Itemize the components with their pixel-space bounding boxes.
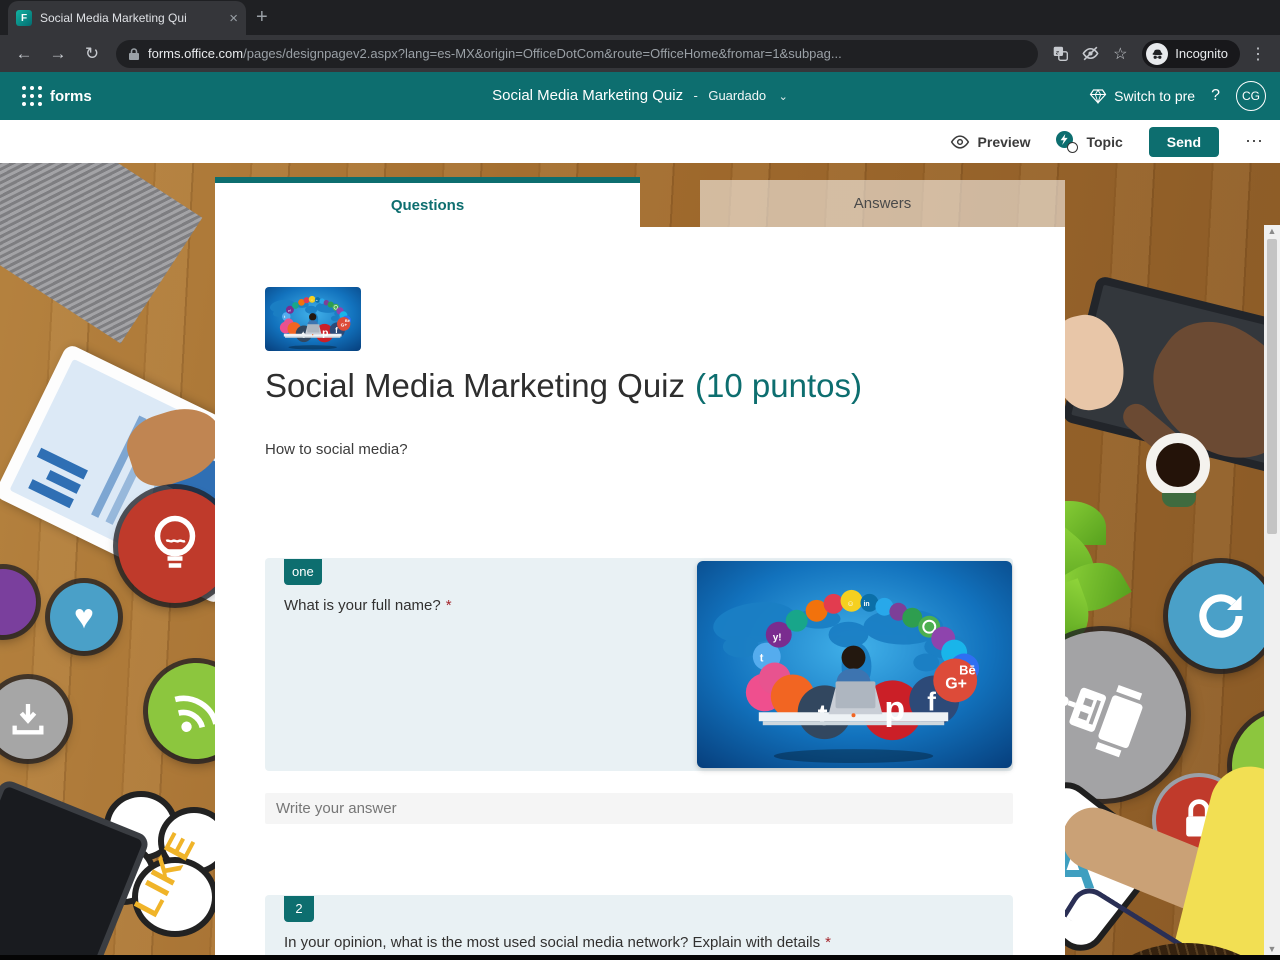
cup-handle (1162, 493, 1196, 507)
form-tabs: Questions Answers (215, 177, 1065, 227)
avatar[interactable]: CG (1236, 81, 1266, 111)
question-card-1[interactable]: one What is your full name? * (265, 558, 1013, 771)
switch-to-premium-button[interactable]: Switch to pre (1089, 88, 1195, 104)
url-lock-icon (129, 47, 139, 60)
scrollbar-thumb[interactable] (1267, 239, 1277, 534)
eye-icon (950, 134, 969, 149)
question-number-badge: 2 (284, 896, 314, 922)
question-image[interactable] (697, 561, 1012, 768)
refresh-icon (1168, 563, 1274, 669)
tab-close-icon[interactable]: × (229, 11, 238, 26)
saved-status: Guardado (708, 88, 767, 103)
send-button[interactable]: Send (1148, 126, 1219, 157)
back-button[interactable]: ← (10, 40, 38, 68)
theme-icon (1056, 130, 1079, 153)
purple-disc (0, 569, 36, 635)
question-text: In your opinion, what is the most used s… (284, 934, 831, 951)
window-bottom-edge (0, 955, 1280, 960)
required-asterisk: * (825, 934, 831, 951)
form-title[interactable]: Social Media Marketing Quiz (10 puntos) (265, 367, 862, 405)
required-asterisk: * (445, 597, 452, 614)
browser-tab-title: Social Media Marketing Qui (40, 11, 187, 25)
scroll-up-icon[interactable]: ▲ (1268, 225, 1277, 237)
forms-brand[interactable]: forms (50, 88, 92, 105)
question-card-2[interactable]: 2 In your opinion, what is the most used… (265, 895, 1013, 960)
question-text: What is your full name? * (284, 597, 452, 614)
more-options-icon[interactable]: ⋯ (1245, 131, 1264, 152)
incognito-icon (1146, 42, 1169, 65)
answer-input[interactable]: Write your answer (265, 793, 1013, 824)
gem-icon (1089, 89, 1107, 104)
scroll-down-icon[interactable]: ▼ (1268, 943, 1277, 955)
browser-tab-strip: F Social Media Marketing Qui × + (0, 0, 1280, 35)
address-bar[interactable]: forms.office.com/pages/designpagev2.aspx… (116, 39, 1039, 68)
reload-button[interactable]: ↻ (78, 40, 106, 68)
sweater-arm (0, 163, 203, 344)
incognito-label: Incognito (1175, 46, 1228, 61)
form-design-stage: ♥ LIKE A Questions Answers Social Media … (0, 163, 1280, 960)
form-content-column: Questions Answers Social Media Marketing… (215, 163, 1065, 960)
form-header-image[interactable] (265, 287, 361, 351)
form-points: (10 puntos) (695, 367, 862, 404)
forms-favicon-icon: F (16, 10, 32, 26)
url-text: forms.office.com/pages/designpagev2.aspx… (148, 46, 842, 61)
browser-menu-icon[interactable]: ⋮ (1246, 44, 1270, 64)
eye-off-icon[interactable] (1078, 42, 1102, 66)
browser-toolbar: ← → ↻ forms.office.com/pages/designpagev… (0, 35, 1280, 72)
preview-button[interactable]: Preview (950, 134, 1030, 150)
document-title: Social Media Marketing Quiz (492, 87, 684, 104)
bookmark-star-icon[interactable]: ☆ (1108, 42, 1132, 66)
browser-tab[interactable]: F Social Media Marketing Qui × (8, 1, 246, 35)
form-panel: Social Media Marketing Quiz (10 puntos) H… (215, 227, 1065, 960)
app-launcher-icon[interactable] (22, 86, 26, 90)
form-action-bar: Preview Topic Send ⋯ (0, 120, 1280, 163)
new-tab-button[interactable]: + (256, 6, 268, 29)
download-icon (0, 679, 68, 759)
form-description[interactable]: How to social media? (265, 441, 408, 458)
help-button[interactable]: ? (1211, 87, 1220, 105)
tab-answers[interactable]: Answers (700, 180, 1065, 227)
page-scrollbar[interactable]: ▲ ▼ (1264, 225, 1280, 955)
incognito-badge[interactable]: Incognito (1142, 39, 1240, 68)
question-number-badge: one (284, 559, 322, 585)
coffee-cup (1146, 433, 1210, 497)
forms-app-header: forms Social Media Marketing Quiz - Guar… (0, 72, 1280, 120)
document-title-group: Social Media Marketing Quiz - Guardado ⌄ (492, 87, 788, 104)
translate-icon[interactable]: a (1048, 42, 1072, 66)
chevron-down-icon[interactable]: ⌄ (779, 91, 788, 103)
heart-icon: ♥ (50, 583, 118, 651)
forward-button[interactable]: → (44, 40, 72, 68)
tab-questions[interactable]: Questions (215, 177, 640, 227)
topic-button[interactable]: Topic (1056, 130, 1123, 153)
